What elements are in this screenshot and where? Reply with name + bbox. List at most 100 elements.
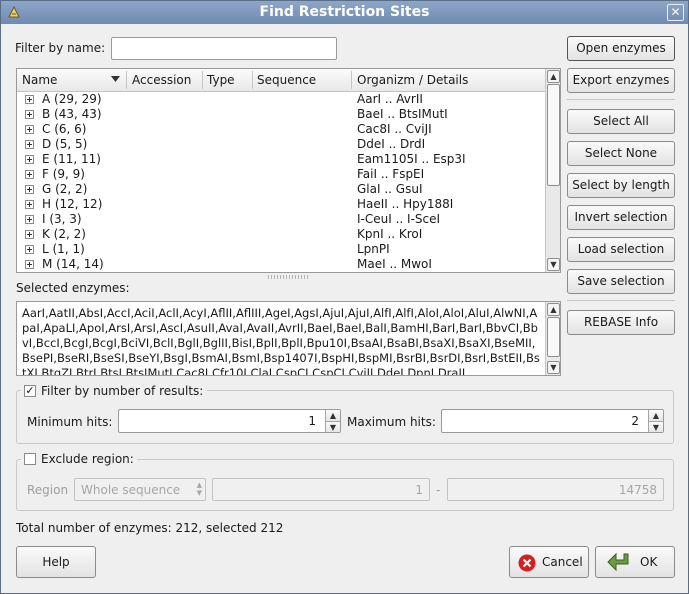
- tree-row[interactable]: H (12, 12) HaeII .. Hpy188I: [17, 197, 545, 212]
- title-bar[interactable]: Find Restriction Sites ✕: [1, 1, 688, 24]
- save-selection-button[interactable]: Save selection: [567, 269, 675, 294]
- column-header-organism-details[interactable]: Organizm / Details: [357, 73, 468, 87]
- sort-chevron-down-icon[interactable]: [111, 76, 120, 82]
- cancel-button[interactable]: Cancel: [509, 546, 589, 578]
- tree-row-name: H (12, 12): [42, 197, 103, 211]
- expand-plus-icon[interactable]: [25, 170, 34, 179]
- scroll-down-arrow-icon[interactable]: ▼: [547, 258, 560, 271]
- expand-plus-icon[interactable]: [25, 215, 34, 224]
- select-by-length-button[interactable]: Select by length: [567, 173, 675, 198]
- tree-row[interactable]: L (1, 1) LpnPI: [17, 242, 545, 257]
- cancel-icon: [518, 554, 536, 572]
- select-none-button[interactable]: Select None: [567, 141, 675, 166]
- expand-plus-icon[interactable]: [25, 260, 34, 269]
- tree-row[interactable]: C (6, 6) Cac8I .. CviJI: [17, 122, 545, 137]
- scroll-down-arrow-icon[interactable]: ▼: [547, 361, 560, 374]
- close-window-button[interactable]: ✕: [667, 4, 684, 21]
- window-title: Find Restriction Sites: [259, 4, 430, 20]
- spin-up-icon[interactable]: ▲: [325, 410, 340, 421]
- tree-header: Name Accession Type Sequence Organizm / …: [17, 69, 545, 92]
- region-combobox[interactable]: Whole sequence ▲ ▼: [74, 478, 206, 501]
- tree-row-details: MaeI .. MwoI: [357, 257, 432, 271]
- tree-row-details: HaeII .. Hpy188I: [357, 197, 454, 211]
- open-enzymes-button[interactable]: Open enzymes: [567, 36, 675, 61]
- splitter-handle[interactable]: [268, 275, 308, 279]
- selected-vertical-scrollbar[interactable]: ▲ ▼: [545, 302, 560, 375]
- tree-row[interactable]: B (43, 43) BaeI .. BtsIMutI: [17, 107, 545, 122]
- column-header-accession[interactable]: Accession: [132, 73, 191, 87]
- scroll-up-arrow-icon[interactable]: ▲: [547, 303, 560, 316]
- minimum-hits-spinbox[interactable]: 1 ▲ ▼: [118, 409, 341, 433]
- tree-row[interactable]: E (11, 11) Eam1105I .. Esp3I: [17, 152, 545, 167]
- find-restriction-sites-dialog: Find Restriction Sites ✕ Filter by name:…: [0, 0, 689, 594]
- tree-row-details: Eam1105I .. Esp3I: [357, 152, 466, 166]
- expand-plus-icon[interactable]: [25, 125, 34, 134]
- export-enzymes-button[interactable]: Export enzymes: [567, 68, 675, 93]
- enzyme-tree[interactable]: Name Accession Type Sequence Organizm / …: [16, 68, 561, 273]
- scroll-up-arrow-icon[interactable]: ▲: [547, 70, 560, 83]
- tree-row-name: M (14, 14): [42, 257, 104, 271]
- tree-row-details: DdeI .. DrdI: [357, 137, 426, 151]
- region-dash: -: [436, 483, 441, 497]
- tree-vertical-scrollbar[interactable]: ▲ ▼: [545, 69, 560, 272]
- spin-down-icon[interactable]: ▼: [325, 421, 340, 432]
- exclude-region-label: Exclude region:: [41, 452, 134, 466]
- divider: [567, 300, 675, 301]
- selected-enzymes-list: AarI,AatII,AbsI,AccI,AciI,AclI,AcyI,AflI…: [22, 306, 540, 376]
- column-header-name[interactable]: Name: [22, 73, 57, 87]
- help-button[interactable]: Help: [16, 546, 96, 578]
- expand-plus-icon[interactable]: [25, 95, 34, 104]
- column-header-sequence[interactable]: Sequence: [257, 73, 316, 87]
- spin-down-icon[interactable]: ▼: [648, 421, 663, 432]
- filter-by-name-input[interactable]: [111, 37, 337, 60]
- region-end-field[interactable]: 14758: [447, 478, 664, 501]
- scroll-thumb[interactable]: [547, 317, 560, 357]
- tree-row-name: F (9, 9): [42, 167, 85, 181]
- exclude-region-checkbox[interactable]: [24, 453, 36, 465]
- tree-row-name: I (3, 3): [42, 212, 82, 226]
- maximum-hits-spinbox[interactable]: 2 ▲ ▼: [441, 409, 664, 433]
- tree-row[interactable]: G (2, 2) GlaI .. GsuI: [17, 182, 545, 197]
- load-selection-button[interactable]: Load selection: [567, 237, 675, 262]
- tree-row[interactable]: K (2, 2) KpnI .. KroI: [17, 227, 545, 242]
- divider: [567, 99, 675, 100]
- expand-plus-icon[interactable]: [25, 185, 34, 194]
- expand-plus-icon[interactable]: [25, 140, 34, 149]
- expand-plus-icon[interactable]: [25, 200, 34, 209]
- rebase-info-button[interactable]: REBASE Info: [567, 310, 675, 335]
- ok-button[interactable]: OK: [595, 546, 675, 578]
- tree-row-name: K (2, 2): [42, 227, 86, 241]
- filter-results-checkbox[interactable]: ✓: [24, 385, 36, 397]
- invert-selection-button[interactable]: Invert selection: [567, 205, 675, 230]
- expand-plus-icon[interactable]: [25, 110, 34, 119]
- tree-row-name: L (1, 1): [42, 242, 85, 256]
- selected-enzymes-text[interactable]: AarI,AatII,AbsI,AccI,AciI,AclI,AcyI,AflI…: [16, 301, 561, 376]
- column-header-type[interactable]: Type: [207, 73, 235, 87]
- tree-row-details: BaeI .. BtsIMutI: [357, 107, 448, 121]
- expand-plus-icon[interactable]: [25, 245, 34, 254]
- tree-row-name: E (11, 11): [42, 152, 101, 166]
- combo-arrows-icon: ▲ ▼: [196, 481, 202, 497]
- tree-row[interactable]: A (29, 29) AarI .. AvrII: [17, 92, 545, 107]
- total-enzymes-status: Total number of enzymes: 212, selected 2…: [16, 521, 284, 535]
- tree-row[interactable]: D (5, 5) DdeI .. DrdI: [17, 137, 545, 152]
- tree-row[interactable]: M (14, 14) MaeI .. MwoI: [17, 257, 545, 272]
- tree-row-details: AarI .. AvrII: [357, 92, 423, 106]
- tree-row[interactable]: F (9, 9) FaiI .. FspEI: [17, 167, 545, 182]
- spin-up-icon[interactable]: ▲: [648, 410, 663, 421]
- maximum-hits-label: Maximum hits:: [347, 415, 436, 429]
- tree-row-details: GlaI .. GsuI: [357, 182, 423, 196]
- tree-row-name: G (2, 2): [42, 182, 88, 196]
- scroll-thumb[interactable]: [547, 84, 560, 186]
- region-start-field[interactable]: 1: [212, 478, 430, 501]
- expand-plus-icon[interactable]: [25, 230, 34, 239]
- close-icon: ✕: [670, 5, 681, 19]
- tree-row-details: I-CeuI .. I-SceI: [357, 212, 441, 226]
- tree-row-name: C (6, 6): [42, 122, 87, 136]
- tree-row[interactable]: I (3, 3) I-CeuI .. I-SceI: [17, 212, 545, 227]
- expand-plus-icon[interactable]: [25, 155, 34, 164]
- region-label: Region: [27, 483, 69, 497]
- tree-row-details: LpnPI: [357, 242, 390, 256]
- tree-row-details: Cac8I .. CviJI: [357, 122, 432, 136]
- select-all-button[interactable]: Select All: [567, 109, 675, 134]
